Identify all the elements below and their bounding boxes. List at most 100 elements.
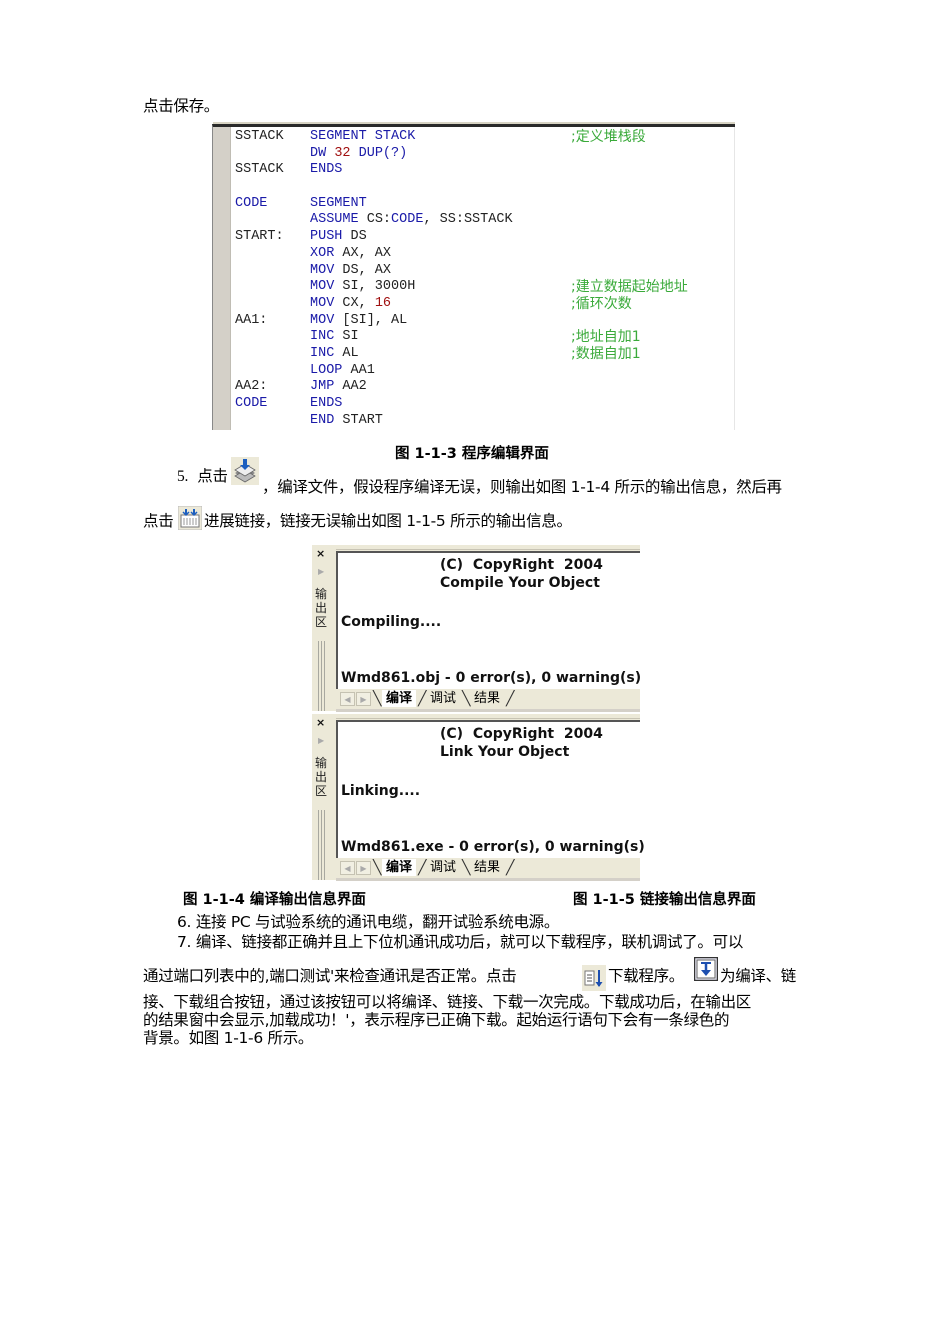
- download-icon[interactable]: [582, 965, 606, 991]
- code-line: INC SI: [310, 329, 513, 346]
- code-token: [SI], AL: [342, 312, 408, 328]
- code-token: ENDS: [310, 396, 343, 411]
- code-comment: [571, 413, 688, 430]
- tab-compile[interactable]: 编译: [382, 690, 417, 707]
- code-token: JMP: [310, 379, 343, 395]
- step7-line2-post: 为编译、链: [720, 967, 797, 985]
- editor-top-border: [213, 122, 735, 124]
- expand-arrow-icon[interactable]: ▶: [318, 736, 324, 745]
- code-token: MOV: [310, 279, 343, 295]
- output-pane-topbar: [336, 714, 640, 719]
- code-token: AX, AX: [342, 245, 392, 261]
- compile-output-text-area: (C) CopyRight 2004 Compile Your Object C…: [336, 551, 642, 689]
- link-icon[interactable]: [177, 505, 203, 531]
- code-line: XOR AX, AX: [310, 246, 513, 263]
- editor-right-edge: [734, 127, 735, 430]
- code-token: SI: [342, 329, 359, 345]
- code-token: AL: [342, 345, 359, 361]
- step7-line2-pre: 通过端口列表中的,端口测试'来检查通讯是否正常。点击: [143, 967, 517, 985]
- step5-line2-pre: 点击: [143, 512, 174, 530]
- code-token: CX,: [342, 295, 375, 311]
- code-line-label: [235, 296, 284, 313]
- code-token: ENDS: [310, 162, 343, 178]
- tab-debug[interactable]: 调试: [426, 859, 460, 876]
- code-token: ASSUME: [310, 212, 367, 228]
- code-line-label: [235, 413, 284, 430]
- link-result: Wmd861.exe - 0 error(s), 0 warning(s): [341, 839, 645, 855]
- step7-line5: 背景。如图 1-1-6 所示。: [143, 1029, 314, 1047]
- code-token: MOV: [310, 312, 343, 328]
- code-line-label: AA2:: [235, 379, 268, 395]
- code-line-label: SSTACK: [235, 162, 284, 178]
- code-comment: [571, 396, 688, 413]
- tab-result[interactable]: 结果: [470, 690, 504, 707]
- code-line: SEGMENT: [310, 196, 513, 213]
- close-icon[interactable]: ×: [316, 716, 325, 729]
- output-pane-topbar: [336, 545, 640, 550]
- step7-line2-mid: 下载程序。: [608, 967, 685, 985]
- code-token: AA1: [350, 362, 375, 378]
- code-comment: [571, 363, 688, 380]
- code-token: SEGMENT: [310, 195, 367, 211]
- step7-line4: 的结果窗中会显示,加载成功！'，表示程序已正确下载。起始运行语句下会有一条绿色的: [143, 1011, 730, 1029]
- code-line: DW 32 DUP(?): [310, 146, 513, 163]
- code-line: MOV CX, 16: [310, 296, 513, 313]
- code-comment: ;循环次数: [571, 295, 632, 312]
- tab-scroll-left-button[interactable]: ◀: [340, 692, 355, 706]
- figure-caption-1-1-5: 图 1-1-5 链接输出信息界面: [573, 892, 756, 908]
- compiling-status: Compiling....: [341, 614, 442, 630]
- code-line: END START: [310, 413, 513, 430]
- code-token: MOV: [310, 295, 343, 311]
- step7-line1: 7. 编译、链接都正确并且上下位机通讯成功后，就可以下载程序，联机调试了。可以: [177, 933, 744, 951]
- code-line: MOV DS, AX: [310, 263, 513, 280]
- code-token: 16: [374, 295, 392, 311]
- code-token: CODE: [391, 212, 424, 228]
- output-dock-sidebar: × ▶ 输出区: [312, 714, 334, 880]
- object-line: Link Your Object: [440, 744, 570, 760]
- code-token: CS:: [366, 212, 392, 228]
- copyright-line: (C) CopyRight 2004: [440, 726, 603, 742]
- code-token: DS, AX: [342, 262, 392, 278]
- code-line: MOV SI, 3000H: [310, 279, 513, 296]
- tab-scroll-right-button[interactable]: ▶: [356, 861, 371, 875]
- code-line: INC AL: [310, 346, 513, 363]
- code-comments-column: ;定义堆栈段 ;建立数据起始地址 ;循环次数 ;地址自加1 ;数据自加1: [571, 129, 688, 429]
- compile-result: Wmd861.obj - 0 error(s), 0 warning(s): [341, 670, 642, 686]
- code-token: AA2: [342, 379, 367, 395]
- code-labels-column: SSTACK SSTACK CODE START: AA1: AA2: CODE: [235, 129, 284, 429]
- expand-arrow-icon[interactable]: ▶: [318, 567, 324, 576]
- dock-grip-handle[interactable]: [318, 810, 326, 880]
- tab-scroll-left-button[interactable]: ◀: [340, 861, 355, 875]
- code-line: SEGMENT STACK: [310, 129, 513, 146]
- code-comment: ;数据自加1: [571, 345, 641, 362]
- tab-result[interactable]: 结果: [470, 859, 504, 876]
- code-comment: [571, 246, 688, 263]
- code-line: ENDS: [310, 396, 513, 413]
- code-line-label: [235, 146, 284, 163]
- code-line-label: [235, 346, 284, 363]
- code-line-label: [235, 212, 284, 229]
- close-icon[interactable]: ×: [316, 547, 325, 560]
- compile-icon[interactable]: [231, 457, 259, 485]
- code-comment: [571, 379, 688, 396]
- code-line: ENDS: [310, 162, 513, 179]
- code-comment: ;建立数据起始地址: [571, 279, 688, 296]
- linking-status: Linking....: [341, 783, 421, 799]
- code-token: SEGMENT STACK: [310, 129, 416, 144]
- compile-link-download-icon[interactable]: [693, 956, 719, 982]
- step5-number: 5.: [177, 468, 189, 485]
- code-token: INC: [310, 329, 343, 345]
- code-token: XOR: [310, 245, 343, 261]
- step6-text: 6. 连接 PC 与试验系统的通讯电缆，翻开试验系统电源。: [177, 913, 560, 931]
- figure-caption-1-1-4: 图 1-1-4 编译输出信息界面: [183, 892, 366, 908]
- step5-mid: ，编译文件，假设程序编译无误，则输出如图 1-1-4 所示的输出信息，然后再: [262, 478, 782, 496]
- code-line-label: [235, 263, 284, 280]
- code-comment: [571, 162, 688, 179]
- dock-grip-handle[interactable]: [318, 641, 326, 711]
- tab-scroll-right-button[interactable]: ▶: [356, 692, 371, 706]
- code-line: LOOP AA1: [310, 363, 513, 380]
- tab-debug[interactable]: 调试: [426, 690, 460, 707]
- tab-compile[interactable]: 编译: [382, 859, 417, 876]
- copyright-line: (C) CopyRight 2004: [440, 557, 603, 573]
